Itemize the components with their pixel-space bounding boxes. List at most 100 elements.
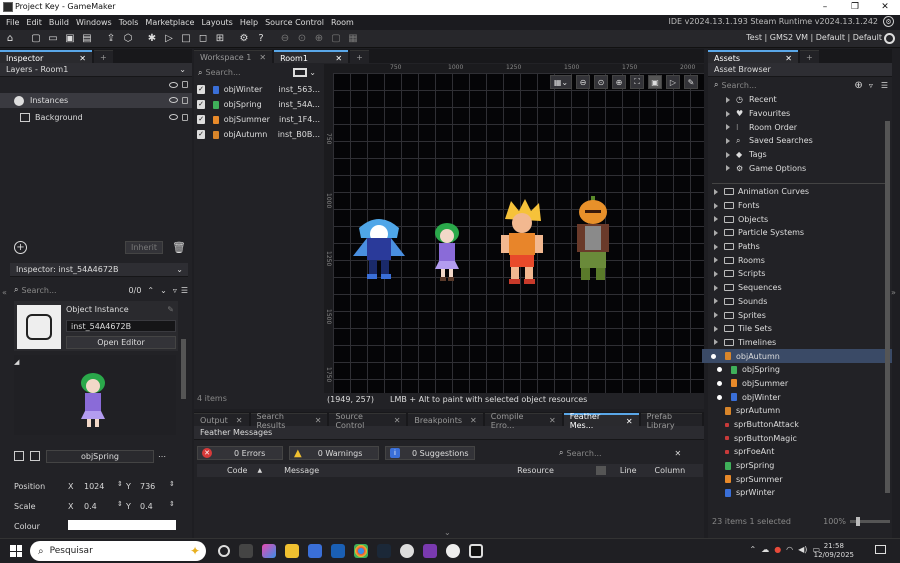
home-icon[interactable]: ⌂ [3,32,17,46]
close-icon[interactable]: ✕ [259,53,266,62]
filter-icon[interactable]: ▿ [869,81,873,90]
expand-icon[interactable] [726,96,730,103]
delete-layer-icon[interactable]: 🗑 [172,241,186,254]
file-explorer-icon[interactable] [285,544,299,558]
quick-saved-searches[interactable]: ⌕ Saved Searches [720,134,892,148]
close-icon[interactable]: ✕ [236,416,243,425]
create-executable-icon[interactable]: ⇪ [104,32,118,46]
clock[interactable]: 21:58 12/09/2025 [814,542,854,560]
asset-obj-summer[interactable]: objSummer [708,377,892,391]
scale-y-field[interactable]: 0.4 [140,502,153,511]
eye-icon[interactable] [169,97,178,103]
folder-rooms[interactable]: Rooms [708,253,892,267]
expand-icon[interactable] [714,284,718,291]
zoom-out-icon[interactable]: ⊖ [576,75,590,89]
instance-search-input[interactable]: Search... [205,68,293,77]
folder-tile-sets[interactable]: Tile Sets [708,322,892,336]
window-icon[interactable]: ▢ [329,32,343,46]
zoom-in-icon[interactable]: ⊕ [312,32,326,46]
folder-fonts[interactable]: Fonts [708,199,892,213]
menu-edit[interactable]: Edit [26,18,42,27]
quick-game-options[interactable]: ⚙ Game Options [720,161,892,175]
scale-x-field[interactable]: 0.4 [84,502,97,511]
instance-row-winter[interactable]: ✓ objWinter inst_563... [194,82,320,97]
chevron-up-icon[interactable]: ⌃ [147,286,154,295]
outlook-icon[interactable] [331,544,345,558]
store-icon[interactable] [308,544,322,558]
close-icon[interactable]: ✕ [470,416,477,425]
edit-icon[interactable] [30,451,40,461]
close-icon[interactable]: ✕ [674,449,681,458]
close-icon[interactable]: ✕ [315,416,322,425]
layer-instances[interactable]: Instances [0,93,192,108]
colour-swatch[interactable] [68,520,176,530]
expand-icon[interactable] [714,202,718,209]
more-icon[interactable]: ⋯ [158,452,166,461]
save-as-icon[interactable]: ▤ [80,32,94,46]
grid-toggle-icon[interactable]: ▦⌄ [550,75,572,89]
chevron-down-icon[interactable]: ⌄ [160,286,167,295]
position-x-field[interactable]: 1024 [84,482,104,491]
inspector-search-input[interactable]: Search... [21,286,128,295]
tab-workspace-1[interactable]: Workspace 1 ✕ [194,50,273,63]
cloud-icon[interactable]: ☁ [761,545,769,554]
windows-start-icon[interactable] [10,545,22,557]
object-selector[interactable]: objSpring [46,449,154,463]
column-resource[interactable]: Resource [517,466,554,475]
app-icon[interactable] [446,544,460,558]
asset-obj-spring[interactable]: objSpring [708,363,892,377]
tab-search-results[interactable]: Search Results ✕ [250,412,328,430]
zoom-reset-icon[interactable]: ⊙ [295,32,309,46]
warnings-filter-button[interactable]: ▲ 0 Warnings [289,446,379,460]
collapse-icon[interactable]: ◢ [14,358,19,366]
expand-icon[interactable] [714,312,718,319]
asset-obj-winter[interactable]: objWinter [708,390,892,404]
chevron-up-icon[interactable]: ⌃ [749,545,756,554]
expand-icon[interactable] [714,229,718,236]
folder-particle-systems[interactable]: Particle Systems [708,226,892,240]
asset-spr-button-attack[interactable]: sprButtonAttack [708,418,892,432]
column-line[interactable]: Line [620,466,637,475]
asset-spr-autumn[interactable]: sprAutumn [708,404,892,418]
zoom-slider-handle[interactable] [856,516,860,526]
asset-spr-foe-ant[interactable]: sprFoeAnt [708,445,892,459]
wifi-icon[interactable]: ◠ [786,545,793,554]
tag-icon[interactable]: ✎ [167,305,174,314]
tab-output[interactable]: Output ✕ [194,413,249,426]
clean-cache-icon[interactable]: ⊞ [213,32,227,46]
menu-room[interactable]: Room [331,18,354,27]
folder-scripts[interactable]: Scripts [708,267,892,281]
close-icon[interactable]: ✕ [335,54,342,63]
lock-icon[interactable] [182,114,188,121]
folder-sequences[interactable]: Sequences [708,281,892,295]
folder-timelines[interactable]: Timelines [708,336,892,350]
menu-layouts[interactable]: Layouts [201,18,232,27]
expand-icon[interactable] [726,110,730,117]
expand-icon[interactable] [714,298,718,305]
asset-spr-winter[interactable]: sprWinter [708,486,892,500]
add-layer-icon[interactable]: + [14,241,27,254]
stepper-icon[interactable]: ⇕ [117,480,123,488]
expand-panel-icon[interactable]: ⌄ [444,528,451,537]
lock-icon[interactable] [182,97,188,104]
close-icon[interactable]: ✕ [79,54,86,63]
paint-tool-icon[interactable]: ✎ [684,75,698,89]
tab-inspector[interactable]: Inspector ✕ [0,50,92,63]
quick-favourites[interactable]: ♥ Favourites [720,107,892,121]
new-project-icon[interactable]: ▢ [29,32,43,46]
checkbox[interactable]: ✓ [197,100,206,109]
instance-inspector-header[interactable]: Inspector: inst_54A4672B ⌄ [10,263,188,277]
menu-tools[interactable]: Tools [119,18,139,27]
expand-icon[interactable] [726,151,730,158]
eye-icon[interactable] [169,114,178,120]
room-icon[interactable] [14,451,24,461]
asset-spr-button-magic[interactable]: sprButtonMagic [708,431,892,445]
close-button[interactable]: ✕ [870,0,900,15]
chrome-icon[interactable] [354,544,368,558]
steam-icon[interactable] [377,544,391,558]
save-icon[interactable]: ▣ [63,32,77,46]
quick-recent[interactable]: ◷ Recent [720,93,892,107]
target-icon[interactable] [884,33,895,44]
chevron-down-icon[interactable]: ⌄ [309,68,316,77]
stop-icon[interactable]: □ [179,32,193,46]
